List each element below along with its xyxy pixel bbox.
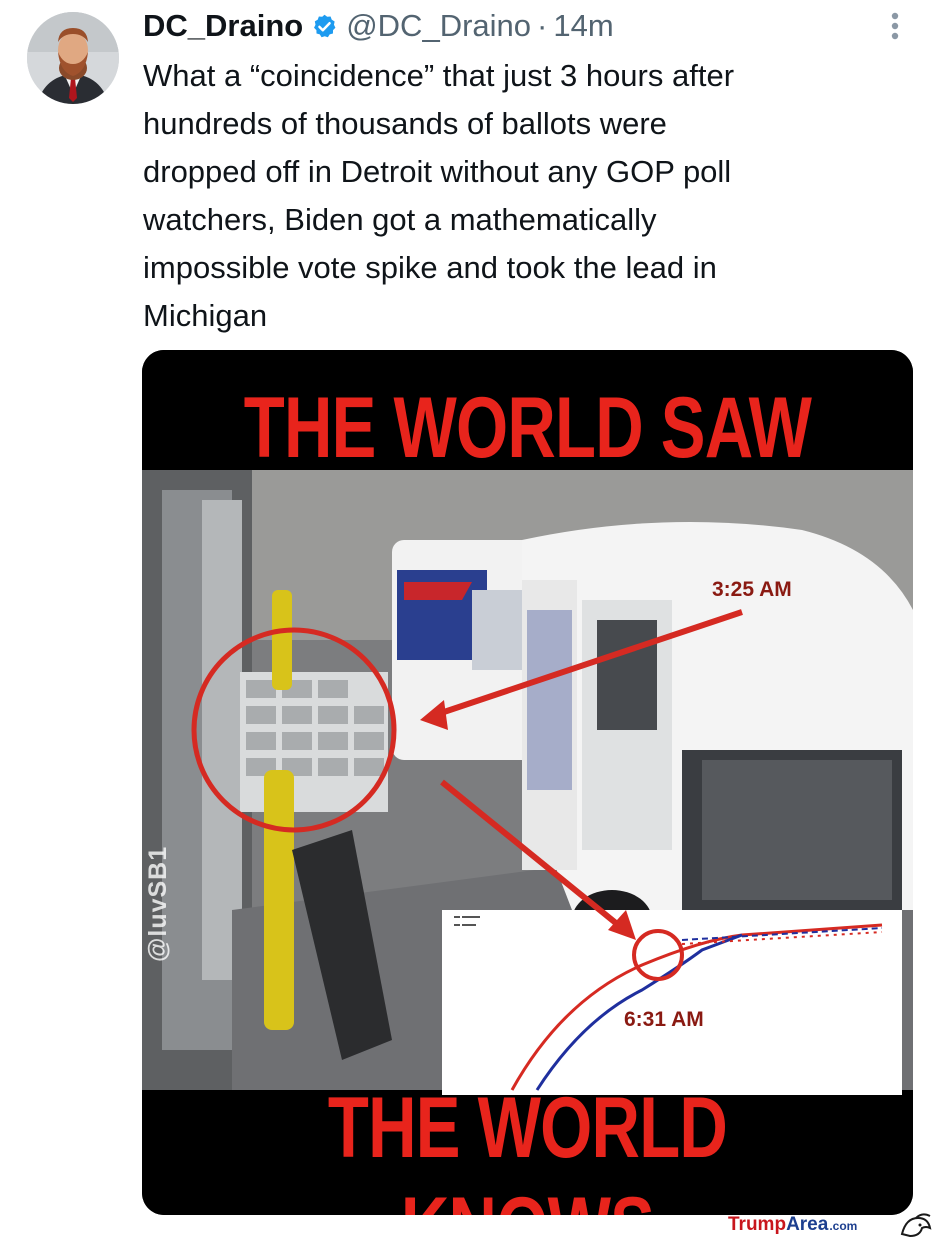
avatar-photo	[27, 12, 119, 104]
meme-top-text: THE WORLD SAW	[243, 380, 812, 476]
site-logo-com: .com	[829, 1219, 858, 1233]
handle[interactable]: @DC_Draino	[346, 8, 531, 44]
tweet-header: DC_Draino @DC_Draino · 14m	[143, 6, 614, 46]
tweet-media-image[interactable]: THE WORLD SAW 3:25 AM 6:31 AM @luvSB1 TH…	[142, 350, 913, 1215]
tweet-text: What a “coincidence” that just 3 hours a…	[143, 58, 735, 333]
verified-badge-icon	[314, 14, 336, 37]
avatar[interactable]	[27, 12, 119, 104]
site-logo-area: Area	[786, 1214, 829, 1235]
timestamp[interactable]: 14m	[553, 8, 613, 44]
more-vertical-icon[interactable]	[880, 8, 910, 44]
separator-dot: ·	[537, 8, 548, 43]
site-logo-trump: Trump	[728, 1214, 787, 1235]
watermark-text: @luvSB1	[144, 845, 172, 962]
display-name[interactable]: DC_Draino	[143, 8, 303, 44]
annotation-time-top: 3:25 AM	[712, 578, 792, 601]
site-logo: Trump Area .com	[728, 1214, 857, 1238]
meme-bottom-text: THE WORLD KNOWS	[327, 1080, 728, 1215]
annotation-time-bottom: 6:31 AM	[624, 1008, 704, 1031]
mascot-icon	[900, 1213, 932, 1238]
